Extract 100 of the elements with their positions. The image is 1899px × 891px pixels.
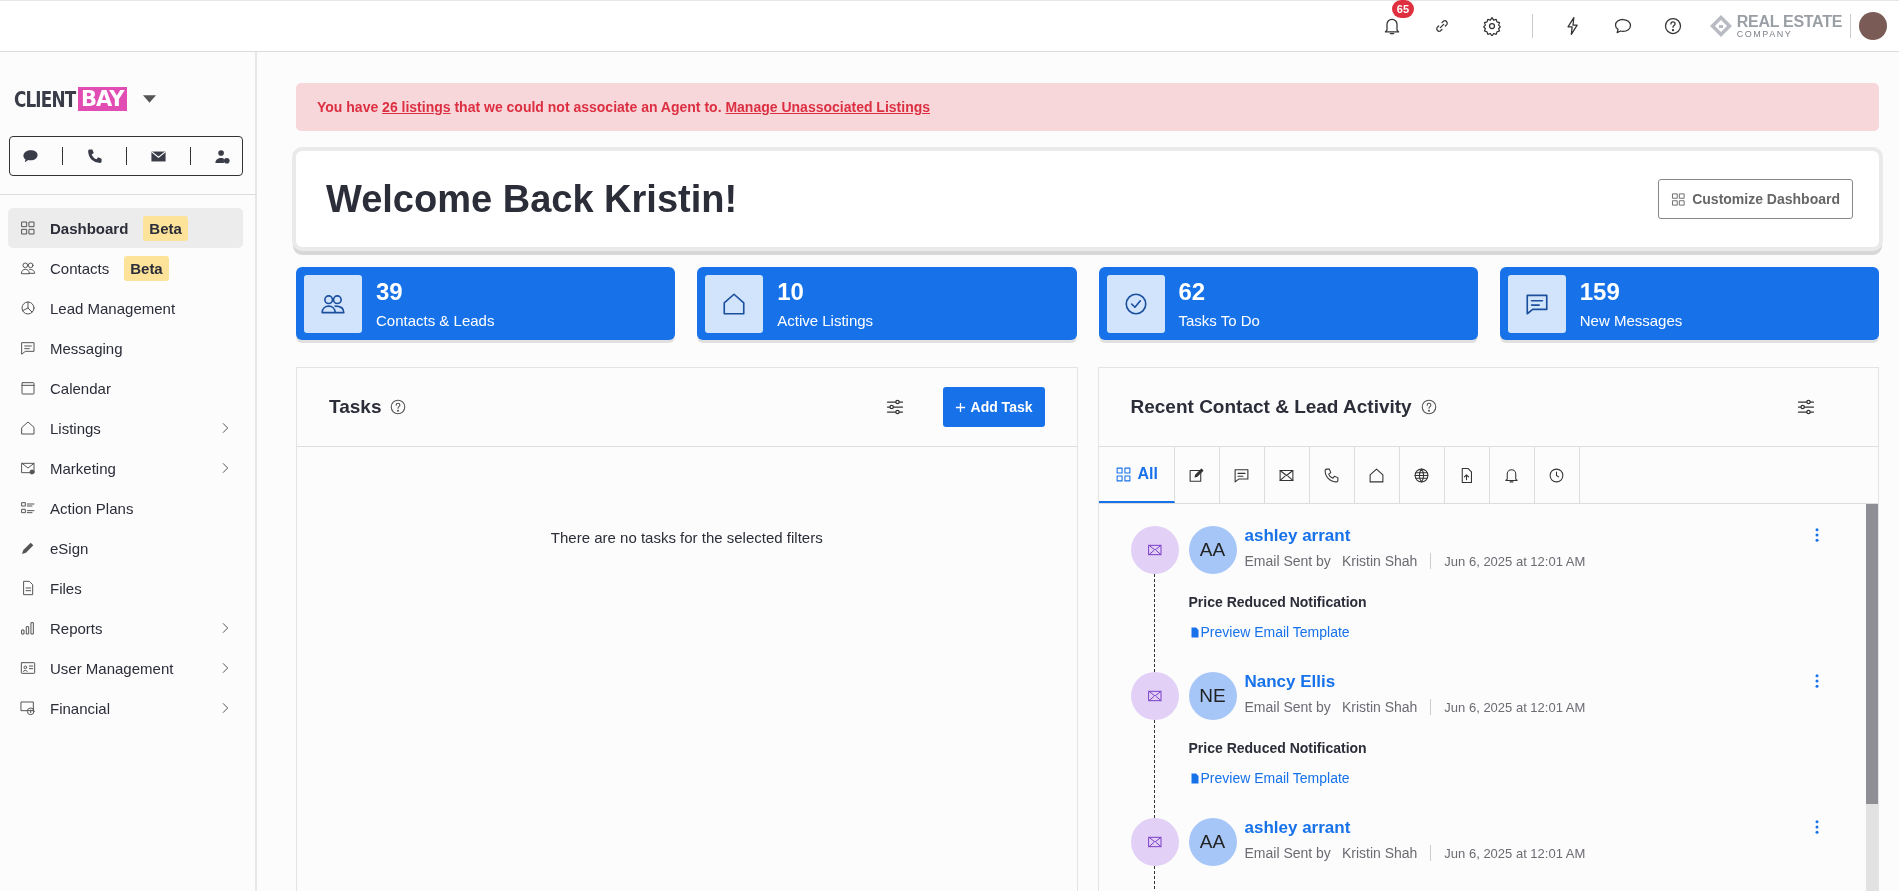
stat-label: New Messages <box>1579 312 1683 329</box>
house-icon <box>1368 466 1386 484</box>
sidebar-item[interactable]: Lead Management <box>8 288 243 328</box>
stat-value: 10 <box>777 278 805 306</box>
scrollbar-thumb[interactable] <box>1866 504 1878 804</box>
envelope-icon <box>20 460 36 476</box>
sidebar-item[interactable]: Marketing <box>8 448 243 488</box>
bar-chart-icon <box>20 620 36 636</box>
beta-badge: Beta <box>143 215 188 241</box>
sidebar-item[interactable]: Listings <box>8 408 243 448</box>
contact-initials-avatar: AA <box>1188 818 1237 866</box>
company-logo-name: REAL ESTATE <box>1736 13 1842 30</box>
grid-icon <box>1114 465 1132 483</box>
help-icon[interactable] <box>389 398 408 416</box>
notification-count-badge: 65 <box>1391 0 1415 18</box>
help-icon[interactable] <box>1419 398 1438 416</box>
sidebar-item[interactable]: Calendar <box>8 368 243 408</box>
preview-email-template-link[interactable]: Preview Email Template <box>1188 770 1350 786</box>
sidebar-item[interactable]: Files <box>8 568 243 608</box>
phone-icon <box>1323 466 1341 484</box>
add-task-button[interactable]: Add Task <box>942 387 1045 427</box>
activity-agent: Kristin Shah <box>1341 845 1418 861</box>
activity-agent: Kristin Shah <box>1341 553 1418 569</box>
house-icon <box>20 420 36 436</box>
clock-icon <box>1548 466 1566 484</box>
add-user-icon[interactable] <box>213 147 231 165</box>
id-card-icon <box>20 660 36 676</box>
brand-logo-highlight: BAY <box>78 87 127 111</box>
stat-label: Contacts & Leads <box>376 312 495 329</box>
grid-icon <box>1671 191 1687 207</box>
activity-date: Jun 6, 2025 at 12:01 AM <box>1444 845 1586 861</box>
grid-icon <box>20 220 36 236</box>
envelope-icon <box>1146 834 1163 850</box>
checklist-icon <box>20 500 36 516</box>
contact-name-link[interactable]: ashley arrant <box>1244 818 1586 838</box>
pie-chart-icon <box>20 300 36 316</box>
stat-label: Active Listings <box>777 312 874 329</box>
panel-title: Tasks <box>329 396 382 418</box>
edit-icon <box>1188 466 1206 484</box>
message-icon <box>20 340 36 356</box>
contact-initials-avatar: NE <box>1188 672 1237 720</box>
stat-value: 39 <box>376 278 404 306</box>
sidebar-item[interactable]: Financial <box>8 688 243 728</box>
company-logo-tagline: COMPANY <box>1736 29 1794 39</box>
stat-card[interactable]: 39 Contacts & Leads <box>296 267 676 340</box>
contact-name-link[interactable]: Nancy Ellis <box>1244 672 1586 692</box>
calendar-icon <box>20 380 36 396</box>
message-icon <box>1233 466 1251 484</box>
chat-icon[interactable] <box>21 147 39 165</box>
activity-date: Jun 6, 2025 at 12:01 AM <box>1444 699 1586 715</box>
envelope-icon <box>1146 688 1163 704</box>
manage-listings-link[interactable]: Manage Unassociated Listings <box>725 99 931 115</box>
help-icon[interactable] <box>1662 16 1683 36</box>
sidebar-item[interactable]: Dashboard Beta <box>8 208 243 248</box>
email-subject: Price Reduced Notification <box>1188 594 1368 610</box>
stat-card[interactable]: 62 Tasks To Do <box>1098 267 1478 340</box>
stat-value: 159 <box>1579 278 1621 306</box>
contact-initials-avatar: AA <box>1188 526 1237 574</box>
diamond-house-icon <box>1708 14 1733 38</box>
stat-value: 62 <box>1178 278 1207 306</box>
welcome-title: Welcome Back Kristin! <box>326 177 739 221</box>
sidebar-item[interactable]: Action Plans <box>8 488 243 528</box>
activity-action: Email Sent by <box>1244 699 1331 715</box>
stat-label: Tasks To Do <box>1178 312 1260 329</box>
activity-action: Email Sent by <box>1244 845 1331 861</box>
filter-settings-icon[interactable] <box>1796 397 1816 417</box>
activity-filter-tab[interactable]: All <box>1098 447 1175 503</box>
phone-icon[interactable] <box>85 147 103 165</box>
sidebar-item[interactable]: User Management <box>8 648 243 688</box>
sidebar-item[interactable]: Messaging <box>8 328 243 368</box>
brand-logo-text: CLIENT <box>14 86 76 112</box>
activity-agent: Kristin Shah <box>1341 699 1418 715</box>
user-avatar[interactable] <box>1859 12 1887 40</box>
plus-icon <box>954 401 966 413</box>
stat-card[interactable]: 10 Active Listings <box>697 267 1077 340</box>
sidebar-item[interactable]: Contacts Beta <box>8 248 243 288</box>
caret-down-icon[interactable] <box>142 95 156 103</box>
activity-action: Email Sent by <box>1244 553 1331 569</box>
envelope-icon <box>1146 542 1163 558</box>
sidebar-item[interactable]: Reports <box>8 608 243 648</box>
sidebar-item[interactable]: eSign <box>8 528 243 568</box>
settings-icon[interactable] <box>1481 16 1502 36</box>
empty-state-message: There are no tasks for the selected filters <box>549 529 824 546</box>
filter-settings-icon[interactable] <box>884 397 905 417</box>
stat-card[interactable]: 159 New Messages <box>1499 267 1879 340</box>
beta-badge: Beta <box>124 255 169 281</box>
email-subject: Price Reduced Notification <box>1188 740 1368 756</box>
people-icon <box>20 260 36 276</box>
globe-icon <box>1413 466 1431 484</box>
bell-icon <box>1503 466 1521 484</box>
scrollbar[interactable] <box>1866 504 1878 891</box>
contact-name-link[interactable]: ashley arrant <box>1244 526 1586 546</box>
customize-dashboard-button[interactable]: Customize Dashboard <box>1658 179 1853 219</box>
chat-icon[interactable] <box>1612 16 1633 36</box>
activity-date: Jun 6, 2025 at 12:01 AM <box>1444 553 1586 569</box>
listings-count-link[interactable]: 26 listings <box>382 99 451 115</box>
pencil-icon <box>20 540 36 556</box>
file-icon <box>20 580 36 596</box>
preview-email-template-link[interactable]: Preview Email Template <box>1188 624 1350 640</box>
alert-message: You have 26 listings that we could not associate an Agent to. Manage Unassociated Listings <box>317 99 931 115</box>
